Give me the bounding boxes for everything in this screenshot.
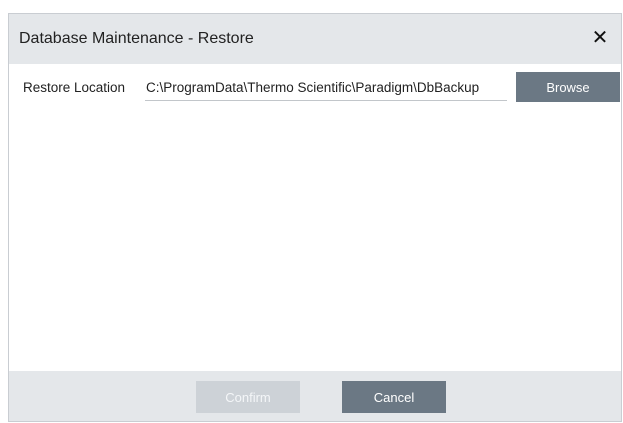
cancel-button[interactable]: Cancel <box>342 381 446 413</box>
restore-location-row: Restore Location Browse <box>9 71 621 105</box>
close-icon[interactable]: ✕ <box>589 26 611 49</box>
restore-location-field[interactable] <box>145 74 507 101</box>
confirm-button[interactable]: Confirm <box>196 381 300 413</box>
dialog-footer: Confirm Cancel <box>9 371 621 421</box>
browse-button[interactable]: Browse <box>516 72 620 102</box>
dialog-title: Database Maintenance - Restore <box>19 30 254 47</box>
restore-location-label: Restore Location <box>23 80 126 95</box>
dialog-title-bar: Database Maintenance - Restore ✕ <box>9 14 621 64</box>
restore-dialog: Database Maintenance - Restore ✕ Restore… <box>8 13 622 422</box>
